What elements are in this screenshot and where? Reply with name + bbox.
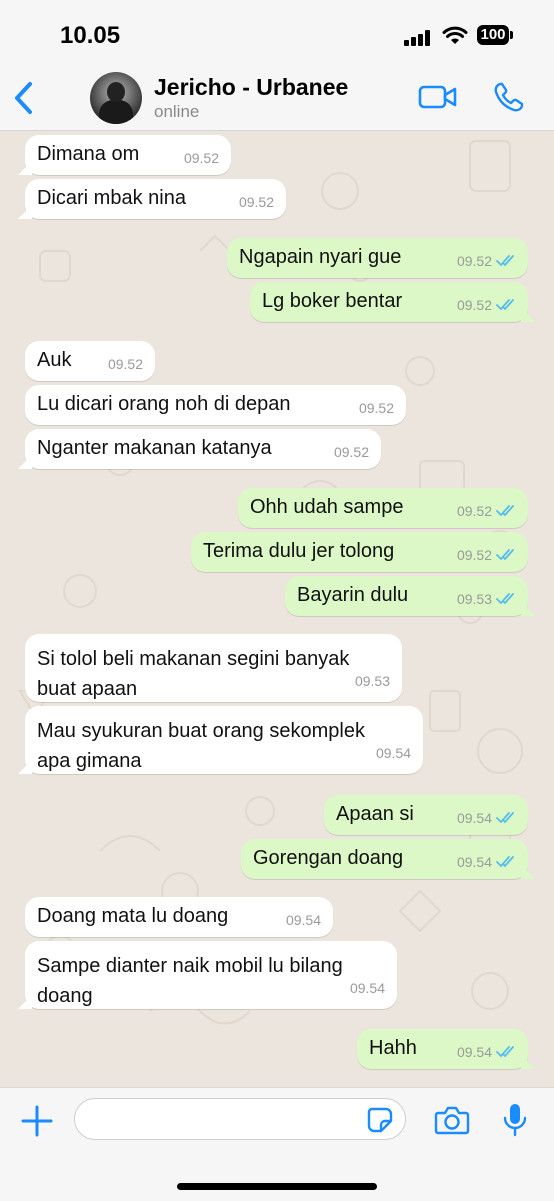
message-text: Bayarin dulu [297,584,409,606]
read-receipt-icon [496,856,514,868]
message-time: 09.54 [375,745,411,761]
microphone-icon[interactable] [502,1102,528,1138]
message-time: 09.52 [183,150,219,166]
message-bubble-incoming[interactable]: Si tolol beli makanan segini banyak buat… [25,634,402,702]
message-text: Dimana om [37,143,140,165]
battery-icon: 100 [477,25,513,47]
message-text: Ngapain nyari gue [239,246,402,268]
status-bar: 10.05 100 [0,0,554,62]
message-time: 09.54 [456,854,492,870]
message-bubble-outgoing[interactable]: Bayarin dulu 09.53 [285,576,528,616]
message-time: 09.52 [358,400,394,416]
message-bubble-outgoing[interactable]: Hahh 09.54 [357,1029,528,1069]
message-text: Ohh udah sampe [250,496,404,518]
contact-status: online [154,102,200,121]
message-bubble-outgoing[interactable]: Gorengan doang 09.54 [241,839,528,879]
message-time: 09.52 [456,253,492,269]
video-call-icon[interactable] [418,84,458,110]
message-time: 09.53 [354,673,390,689]
sticker-icon[interactable] [366,1106,394,1134]
camera-icon[interactable] [434,1104,470,1136]
composer-bar [0,1087,554,1201]
message-time: 09.52 [238,194,274,210]
message-time: 09.52 [456,297,492,313]
message-time: 09.54 [349,980,385,996]
avatar[interactable] [90,72,142,124]
battery-level: 100 [477,25,509,45]
message-time: 09.53 [456,591,492,607]
message-time: 09.54 [456,810,492,826]
chat-header: Jericho - Urbanee online [0,62,554,131]
message-bubble-incoming[interactable]: Lu dicari orang noh di depan 09.52 [25,385,406,425]
message-text: Hahh [369,1037,417,1059]
message-text: Lg boker bentar [262,290,403,312]
message-bubble-incoming[interactable]: Dicari mbak nina 09.52 [25,179,286,219]
message-time: 09.54 [456,1044,492,1060]
message-text: Gorengan doang [253,847,404,869]
chevron-left-icon[interactable] [10,78,36,118]
message-text: Nganter makanan katanya [37,437,272,459]
message-time: 09.52 [333,444,369,460]
message-bubble-incoming[interactable]: Auk 09.52 [25,341,155,381]
message-text: Si tolol beli makanan segini banyak buat… [37,648,350,700]
message-input[interactable] [74,1098,406,1140]
message-text: Mau syukuran buat orang sekomplek apa gi… [37,720,365,772]
message-time: 09.52 [107,356,143,372]
read-receipt-icon [496,255,514,267]
message-text: Terima dulu jer tolong [203,540,395,562]
contact-name[interactable]: Jericho - Urbanee [154,74,348,101]
message-time: 09.54 [285,912,321,928]
message-text: Dicari mbak nina [37,187,186,209]
message-text: Sampe dianter naik mobil lu bilang doang [37,955,343,1007]
phone-icon[interactable] [492,80,526,114]
message-bubble-outgoing[interactable]: Terima dulu jer tolong 09.52 [191,532,528,572]
read-receipt-icon [496,593,514,605]
message-text: Apaan si [336,803,414,825]
message-bubble-incoming[interactable]: Dimana om 09.52 [25,135,231,175]
message-text: Auk [37,349,72,371]
message-text: Lu dicari orang noh di depan [37,393,291,415]
message-bubble-outgoing[interactable]: Lg boker bentar 09.52 [250,282,528,322]
message-bubble-outgoing[interactable]: Apaan si 09.54 [324,795,528,835]
message-bubble-incoming[interactable]: Mau syukuran buat orang sekomplek apa gi… [25,706,423,774]
home-indicator[interactable] [177,1183,377,1190]
message-time: 09.52 [456,503,492,519]
message-bubble-incoming[interactable]: Nganter makanan katanya 09.52 [25,429,381,469]
cellular-signal-icon [404,30,434,46]
read-receipt-icon [496,299,514,311]
message-bubble-outgoing[interactable]: Ohh udah sampe 09.52 [238,488,528,528]
message-text: Doang mata lu doang [37,905,229,927]
message-bubble-outgoing[interactable]: Ngapain nyari gue 09.52 [227,238,528,278]
chat-area[interactable]: Dimana om 09.52 Dicari mbak nina 09.52 N… [0,131,554,1087]
wifi-icon [442,26,468,44]
plus-icon[interactable] [20,1104,54,1138]
read-receipt-icon [496,812,514,824]
status-time: 10.05 [60,22,121,49]
message-time: 09.52 [456,547,492,563]
read-receipt-icon [496,1046,514,1058]
read-receipt-icon [496,505,514,517]
read-receipt-icon [496,549,514,561]
message-bubble-incoming[interactable]: Sampe dianter naik mobil lu bilang doang… [25,941,397,1009]
message-bubble-incoming[interactable]: Doang mata lu doang 09.54 [25,897,333,937]
